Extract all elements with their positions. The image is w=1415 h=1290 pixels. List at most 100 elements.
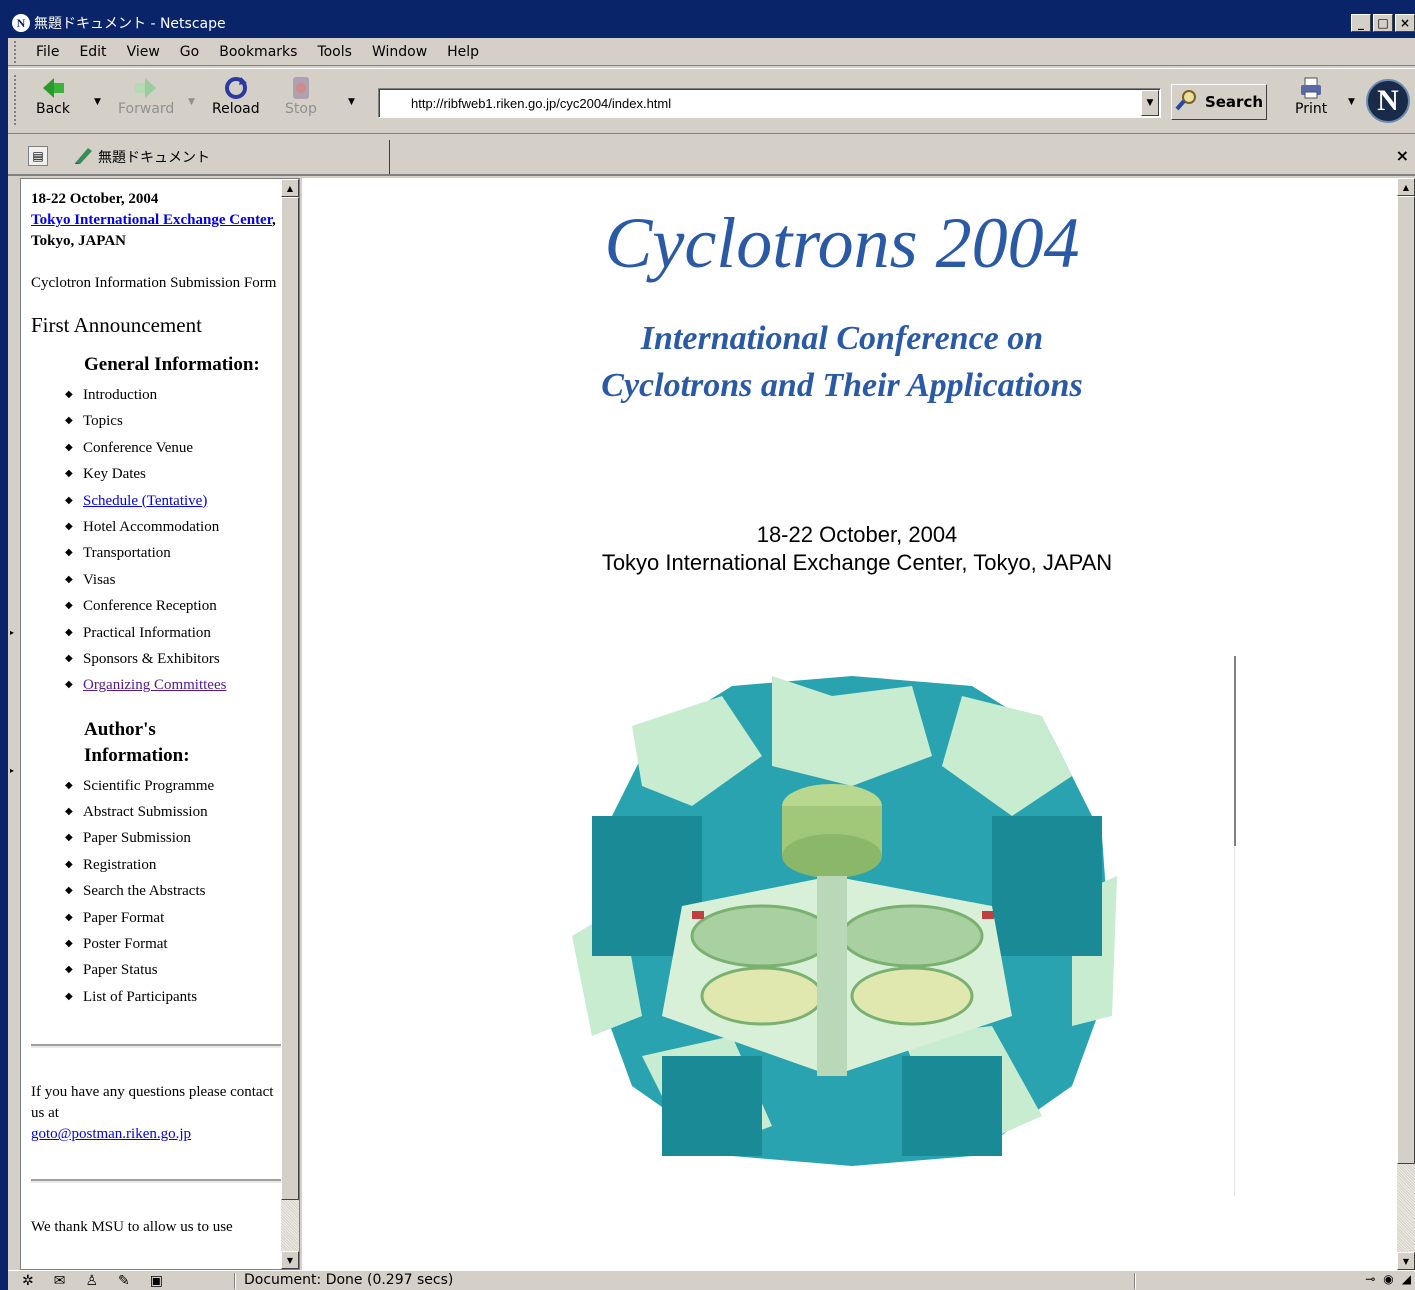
sidebar-dates: 18-22 October, 2004: [31, 191, 159, 207]
sidebar-toggle-arrow-icon[interactable]: ▸: [10, 628, 14, 637]
scroll-down-arrow-icon[interactable]: ▼: [281, 1251, 299, 1269]
address-book-icon[interactable]: ▣: [150, 1273, 163, 1289]
left-scroll-thumb[interactable]: [281, 197, 299, 1200]
nav-item-visas: Visas: [65, 567, 281, 593]
online-status-icon[interactable]: ⊸: [1365, 1272, 1375, 1286]
nav-item-topics: Topics: [65, 408, 281, 434]
conference-dates: 18-22 October, 2004: [756, 522, 958, 547]
main-scroll-up-arrow-icon[interactable]: ▲: [1397, 178, 1415, 196]
close-window-button[interactable]: ×: [1395, 14, 1415, 32]
venue-link[interactable]: Tokyo International Exchange Center: [31, 212, 272, 228]
conference-title: Cyclotrons 2004: [604, 203, 1080, 283]
url-bar[interactable]: http://ribfweb1.riken.go.jp/cyc2004/inde…: [378, 88, 1161, 118]
stop-label: Stop: [285, 101, 317, 117]
menu-bar: File Edit View Go Bookmarks Tools Window…: [8, 38, 1415, 66]
url-dropdown-button[interactable]: ▼: [1141, 90, 1159, 116]
new-tab-icon[interactable]: ▤: [28, 146, 48, 166]
content-divider-line: [1234, 656, 1236, 846]
tab-title: 無題ドキュメント: [98, 150, 210, 166]
composer-icon[interactable]: ✎: [118, 1273, 130, 1289]
title-bar: N 無題ドキュメント - Netscape _ □ ×: [8, 8, 1415, 38]
main-scroll-down-arrow-icon[interactable]: ▼: [1397, 1252, 1415, 1270]
back-button[interactable]: Back: [36, 75, 70, 117]
reload-label: Reload: [212, 101, 260, 117]
main-scroll-thumb[interactable]: [1397, 196, 1415, 1164]
menu-help[interactable]: Help: [437, 44, 489, 60]
nav-item-paper-format: Paper Format: [65, 905, 281, 931]
menu-go[interactable]: Go: [170, 44, 209, 60]
left-frame-scrollbar[interactable]: ▲ ▼: [281, 179, 299, 1269]
menu-window[interactable]: Window: [362, 44, 437, 60]
sidebar-splitter[interactable]: ▸ ▸: [8, 176, 20, 1270]
window-title: 無題ドキュメント - Netscape: [34, 16, 226, 32]
authors-information-list: Scientific Programme Abstract Submission…: [65, 773, 281, 1011]
print-dropdown-arrow[interactable]: ▼: [1348, 97, 1355, 107]
nav-item-conference-reception: Conference Reception: [65, 593, 281, 619]
nav-item-sponsors-exhibitors: Sponsors & Exhibitors: [65, 646, 281, 672]
browser-window: N 無題ドキュメント - Netscape _ □ × File Edit Vi…: [8, 8, 1415, 1290]
nav-item-abstract-submission: Abstract Submission: [65, 799, 281, 825]
cyclotron-illustration: [572, 676, 1117, 1166]
nav-item-poster-format: Poster Format: [65, 931, 281, 957]
nav-item-key-dates: Key Dates: [65, 461, 281, 487]
menu-grip[interactable]: [14, 40, 20, 63]
stop-dropdown-arrow[interactable]: ▼: [348, 97, 355, 107]
search-label: Search: [1204, 93, 1264, 111]
contact-email-link[interactable]: goto@postman.riken.go.jp: [31, 1126, 191, 1142]
stop-icon: [288, 75, 314, 101]
menu-view[interactable]: View: [117, 44, 170, 60]
status-bar: ✲ ✉ ♙ ✎ ▣ Document: Done (0.297 secs) ⊸ …: [8, 1270, 1415, 1290]
security-icon[interactable]: ◉: [1383, 1272, 1393, 1286]
menu-tools[interactable]: Tools: [307, 44, 362, 60]
aim-icon[interactable]: ♙: [85, 1273, 98, 1289]
conference-subtitle-line1: International Conference on: [640, 320, 1044, 357]
search-button[interactable]: Search: [1171, 84, 1267, 120]
nav-link-schedule[interactable]: Schedule (Tentative): [83, 493, 207, 509]
stop-button[interactable]: Stop: [285, 75, 317, 117]
maximize-button[interactable]: □: [1373, 14, 1393, 32]
status-separator-2: [1134, 1273, 1136, 1289]
toolbar-grip[interactable]: [14, 75, 20, 125]
resize-grip-icon[interactable]: ◢: [1402, 1272, 1411, 1286]
forward-button[interactable]: Forward: [118, 75, 174, 117]
nav-link-organizing-committees[interactable]: Organizing Committees: [83, 677, 226, 693]
close-tab-button[interactable]: ×: [1396, 146, 1409, 165]
minimize-button[interactable]: _: [1351, 14, 1371, 32]
printer-icon: [1298, 75, 1324, 101]
scroll-up-arrow-icon[interactable]: ▲: [281, 179, 299, 197]
authors-information-heading: Author's Information:: [84, 718, 190, 766]
navigator-icon[interactable]: ✲: [22, 1273, 34, 1289]
general-information-heading: General Information:: [84, 354, 260, 375]
nav-item-transportation: Transportation: [65, 540, 281, 566]
forward-label: Forward: [118, 101, 175, 117]
back-arrow-icon: [40, 75, 66, 101]
nav-item-scientific-programme: Scientific Programme: [65, 773, 281, 799]
tab-bar: ▤ 無題ドキュメント ×: [8, 136, 1415, 176]
navigation-toolbar: Back ▼ Forward ▼ Reload Stop ▼ http://ri…: [8, 68, 1415, 134]
main-content-frame: Cyclotrons 2004 International Conference…: [302, 178, 1415, 1270]
menu-bookmarks[interactable]: Bookmarks: [209, 44, 307, 60]
print-label: Print: [1295, 101, 1328, 117]
menu-file[interactable]: File: [26, 44, 69, 60]
nav-item-practical-information: Practical Information: [65, 620, 281, 646]
nav-item-search-abstracts: Search the Abstracts: [65, 878, 281, 904]
nav-item-introduction: Introduction: [65, 382, 281, 408]
netscape-logo-icon[interactable]: N: [1366, 79, 1410, 123]
back-dropdown-arrow[interactable]: ▼: [94, 97, 101, 107]
content-divider-line-faint: [1234, 846, 1235, 1196]
main-frame-scrollbar[interactable]: ▲ ▼: [1397, 178, 1415, 1270]
forward-dropdown-arrow[interactable]: ▼: [188, 97, 195, 107]
status-text: Document: Done (0.297 secs): [244, 1272, 454, 1288]
nav-item-paper-submission: Paper Submission: [65, 825, 281, 851]
nav-item-paper-status: Paper Status: [65, 957, 281, 983]
sidebar-toggle-arrow-icon-2[interactable]: ▸: [10, 766, 14, 775]
reload-button[interactable]: Reload: [212, 75, 260, 117]
page-edit-icon: [74, 146, 94, 168]
netscape-app-icon[interactable]: N: [12, 14, 30, 32]
print-button[interactable]: Print: [1295, 75, 1327, 117]
mail-icon[interactable]: ✉: [54, 1273, 66, 1289]
forward-arrow-icon: [133, 75, 159, 101]
menu-edit[interactable]: Edit: [69, 44, 116, 60]
tab-current[interactable]: 無題ドキュメント: [64, 140, 390, 174]
url-text[interactable]: http://ribfweb1.riken.go.jp/cyc2004/inde…: [379, 96, 671, 111]
